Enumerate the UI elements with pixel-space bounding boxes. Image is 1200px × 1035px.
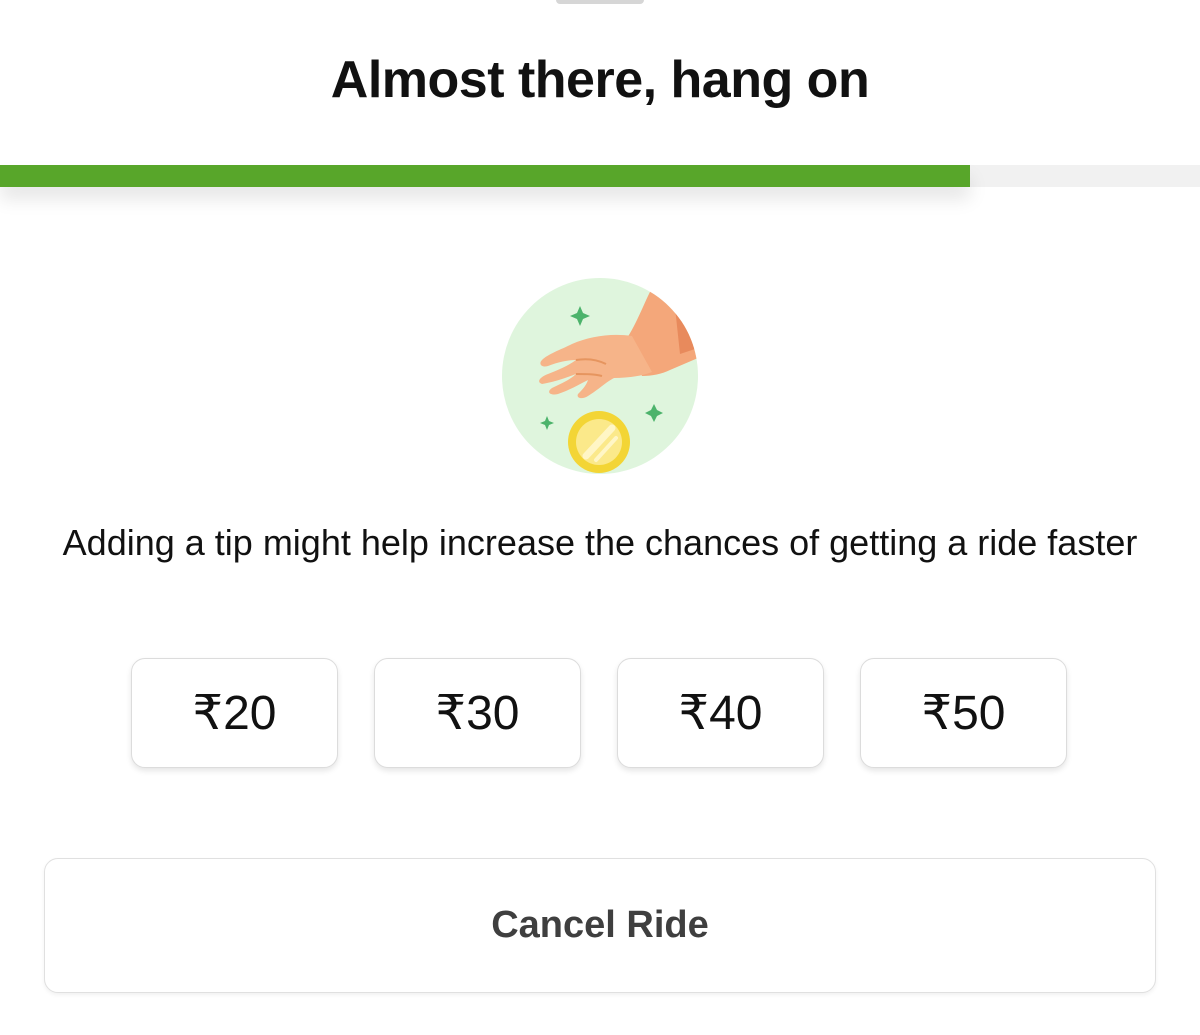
ride-search-sheet: Almost there, hang on Adding a tip might… bbox=[0, 0, 1200, 1035]
tip-button-30[interactable]: ₹30 bbox=[374, 658, 581, 768]
drag-handle[interactable] bbox=[556, 0, 644, 4]
page-title: Almost there, hang on bbox=[330, 51, 870, 109]
search-progress-bar bbox=[0, 165, 1200, 187]
tip-button-20[interactable]: ₹20 bbox=[131, 658, 338, 768]
tip-options: ₹20 ₹30 ₹40 ₹50 bbox=[131, 658, 1071, 770]
tip-button-50[interactable]: ₹50 bbox=[860, 658, 1067, 768]
tip-suggestion-text: Adding a tip might help increase the cha… bbox=[62, 522, 1138, 563]
coin-icon bbox=[568, 411, 630, 473]
tip-illustration bbox=[502, 278, 698, 474]
tip-button-40[interactable]: ₹40 bbox=[617, 658, 824, 768]
cancel-ride-button[interactable]: Cancel Ride bbox=[44, 858, 1156, 993]
search-progress-fill bbox=[0, 165, 970, 187]
hand-dropping-coin-icon bbox=[502, 278, 698, 474]
